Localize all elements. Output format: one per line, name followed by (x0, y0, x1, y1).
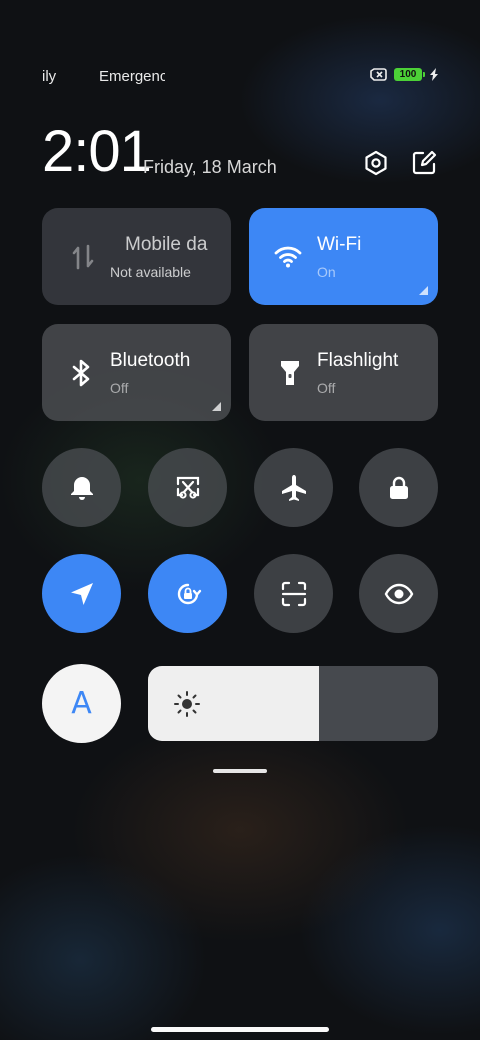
mobile-data-icon (72, 244, 94, 270)
tile-bluetooth-title: Bluetooth (110, 350, 191, 371)
toggle-screenshot[interactable] (148, 448, 227, 527)
status-carrier-right: Emergenc (99, 68, 165, 85)
wifi-icon (274, 246, 302, 268)
auto-brightness-button[interactable]: A (42, 664, 121, 743)
tile-mobile-data-status: Not available (110, 264, 191, 280)
sun-icon (174, 691, 200, 717)
settings-icon[interactable] (363, 150, 389, 176)
flashlight-icon (281, 361, 299, 385)
tile-wifi-title: Wi-Fi (317, 234, 362, 255)
toggle-reading-mode[interactable] (359, 554, 438, 633)
sim-error-icon (370, 68, 387, 81)
panel-drag-handle[interactable] (213, 769, 267, 773)
tile-bluetooth[interactable]: Bluetooth Off (42, 324, 231, 421)
toggle-location[interactable] (42, 554, 121, 633)
battery-level: 100 (399, 69, 417, 80)
scan-icon (281, 581, 306, 606)
status-icons: 100 (370, 68, 439, 81)
toggle-scanner[interactable] (254, 554, 333, 633)
tile-flashlight[interactable]: Flashlight Off (249, 324, 438, 421)
tile-mobile-data-title: Mobile da (125, 234, 208, 255)
battery-icon: 100 (394, 68, 425, 81)
toggle-lock-screen[interactable] (359, 448, 438, 527)
brightness-slider[interactable] (148, 666, 438, 741)
status-carrier-left: ily (42, 68, 57, 85)
tile-wifi-status: On (317, 264, 336, 280)
location-icon (70, 582, 93, 605)
tile-bluetooth-expand-icon[interactable] (212, 402, 221, 411)
airplane-icon (281, 474, 306, 501)
eye-icon (384, 583, 413, 604)
toggle-airplane-mode[interactable] (254, 448, 333, 527)
charging-bolt-icon (430, 68, 438, 81)
tile-wifi-expand-icon[interactable] (419, 286, 428, 295)
home-indicator[interactable] (151, 1027, 329, 1032)
tile-flashlight-title: Flashlight (317, 350, 399, 371)
clock: 2:01 (42, 119, 152, 184)
bell-icon (70, 476, 93, 500)
toggle-rotation-lock[interactable] (148, 554, 227, 633)
tile-mobile-data[interactable]: Mobile da Not available (42, 208, 231, 305)
tile-wifi[interactable]: Wi-Fi On (249, 208, 438, 305)
date: Friday, 18 March (143, 157, 277, 177)
auto-brightness-icon: A (71, 686, 92, 721)
rotation-lock-icon (177, 583, 201, 604)
lock-icon (389, 476, 408, 499)
tile-flashlight-status: Off (317, 380, 336, 396)
toggle-notifications[interactable] (42, 448, 121, 527)
tile-bluetooth-status: Off (110, 380, 129, 396)
screenshot-icon (176, 476, 199, 499)
edit-icon[interactable] (411, 150, 437, 176)
bluetooth-icon (72, 359, 90, 387)
